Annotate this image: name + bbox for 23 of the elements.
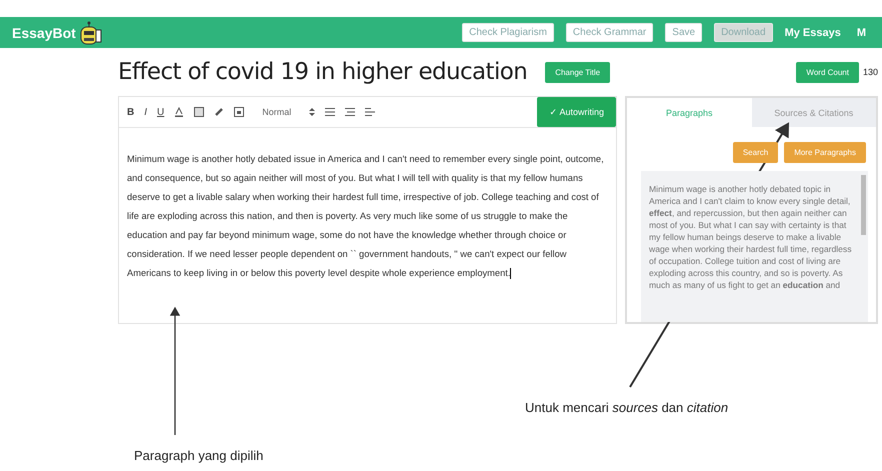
search-button[interactable]: Search (732, 142, 778, 163)
annotation-caption: Paragraph yang dipilih (134, 448, 264, 463)
nav-button[interactable]: Download (714, 23, 773, 42)
more-paragraphs-button[interactable]: More Paragraphs (784, 142, 866, 163)
app-logo[interactable]: EssayBot (12, 24, 76, 40)
nav-button[interactable]: Save (665, 23, 702, 42)
suggested-paragraph: Minimum wage is another hotly debated topic in America and I can't claim to know every single detail, effect, and repercussion, but then again neither can most of you. But what I can say with certainty is that my fellow human beings deserve to make a livable wage when working their hardest full time, regardless of occupation. College tuition and cost of living are exploding across this country, and so is poverty. As much as many of us fight to get an education and (649, 183, 853, 292)
autowriting-button[interactable]: ✓ Autowriting (537, 97, 616, 127)
annotation-caption: Untuk mencari sources dan citation (525, 400, 728, 415)
format-dropdown[interactable]: Normal (262, 107, 292, 117)
essay-title: Effect of covid 19 in higher education (118, 59, 528, 85)
underline-button[interactable]: U (157, 106, 164, 118)
nav-button[interactable]: Check Grammar (566, 23, 654, 42)
essay-paragraph: Minimum wage is another hotly debated issue in America and I can't need to remember every single point, outcome, and consequence, but so again neither will most of you. But what I will tell with quality is that my fellow humans deserve to get a livable salary when working their hardest full time, irrespective of job. College teaching and cost of life are exploding across this nation, and then is poverty. As very much like some of us struggle to make the education and pay far beyond minimum wage, some do not have the knowledge whether through choice or consideration. If we need lesser people dependent on `` government handouts, '' we can't expect our fellow Americans to keep living in or below this poverty level despite whole experience employment. (127, 153, 605, 282)
nav-button[interactable]: Check Plagiarism (462, 23, 554, 42)
word-count: 130 (862, 67, 878, 77)
nav-link[interactable]: M (856, 26, 866, 38)
italic-button[interactable]: I (144, 106, 148, 118)
nav-link[interactable]: My Essays (784, 26, 841, 38)
panel-tab[interactable]: Sources & Citations (752, 98, 876, 127)
word-count-button[interactable]: Word Count (796, 62, 859, 82)
bold-button[interactable]: B (127, 106, 134, 118)
change-title-button[interactable]: Change Title (545, 62, 610, 82)
